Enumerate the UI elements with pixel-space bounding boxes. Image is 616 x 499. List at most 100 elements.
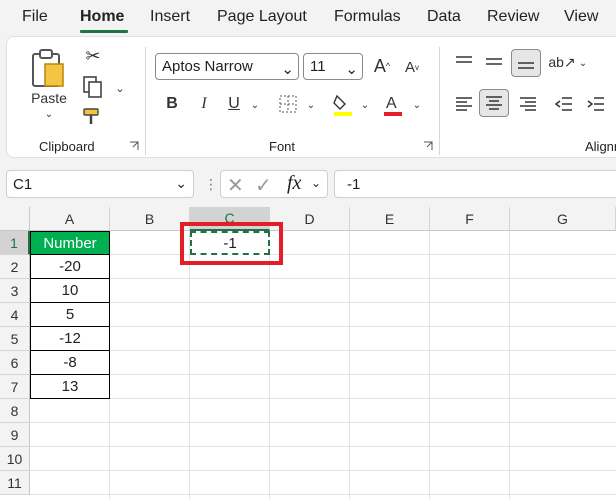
- align-left-icon[interactable]: [453, 93, 475, 115]
- row-header-2[interactable]: 2: [0, 255, 30, 279]
- column-header-g[interactable]: G: [510, 207, 616, 231]
- row-header-3[interactable]: 3: [0, 279, 30, 303]
- clipboard-launcher-icon[interactable]: [129, 141, 139, 151]
- grid-line: [30, 278, 616, 279]
- grid-line: [30, 398, 616, 399]
- decrease-font-size-icon[interactable]: Av: [401, 55, 423, 79]
- grid-line: [509, 231, 510, 499]
- row-header-1[interactable]: 1: [0, 231, 30, 255]
- tab-view[interactable]: View: [564, 8, 598, 26]
- grid-line: [30, 302, 616, 303]
- clipboard-group-label: Clipboard: [39, 139, 95, 154]
- font-color-icon[interactable]: A: [381, 91, 405, 117]
- tab-file[interactable]: File: [22, 8, 48, 26]
- increase-indent-icon[interactable]: [585, 93, 607, 115]
- fill-color-icon[interactable]: [331, 91, 355, 117]
- paste-label: Paste: [31, 90, 67, 106]
- align-right-icon[interactable]: [517, 93, 539, 115]
- format-painter-icon[interactable]: [81, 105, 105, 127]
- cell-a6[interactable]: -8: [30, 351, 110, 375]
- column-header-e[interactable]: E: [350, 207, 430, 231]
- column-header-b[interactable]: B: [110, 207, 190, 231]
- grid-line: [349, 231, 350, 499]
- font-launcher-icon[interactable]: [423, 141, 433, 151]
- column-header-f[interactable]: F: [430, 207, 510, 231]
- row-header-9[interactable]: 9: [0, 423, 30, 447]
- cell-a1[interactable]: Number: [30, 231, 110, 255]
- grid-line: [30, 470, 616, 471]
- font-size-box[interactable]: 11 ⌄: [303, 53, 363, 80]
- chevron-down-icon[interactable]: ⌄: [305, 99, 317, 111]
- cell-a5[interactable]: -12: [30, 327, 110, 351]
- group-divider: [439, 47, 440, 155]
- formula-value: -1: [347, 175, 361, 193]
- copy-icon[interactable]: [81, 75, 105, 99]
- tab-data[interactable]: Data: [427, 8, 461, 26]
- clipboard-icon: [32, 49, 64, 87]
- chevron-down-icon[interactable]: ⌄: [577, 57, 589, 69]
- tab-home[interactable]: Home: [80, 8, 124, 26]
- formula-buttons: ✕ ✓ fx ⌄: [220, 170, 328, 198]
- group-divider: [145, 47, 146, 155]
- grid-line: [269, 231, 270, 499]
- chevron-down-icon[interactable]: ⌄: [175, 175, 187, 192]
- grid-line: [30, 374, 616, 375]
- align-center-icon[interactable]: [479, 89, 509, 117]
- decrease-indent-icon[interactable]: [553, 93, 575, 115]
- align-middle-icon[interactable]: [483, 51, 505, 73]
- vertical-dots-icon[interactable]: ⋮: [204, 176, 218, 193]
- formula-input[interactable]: -1: [334, 170, 616, 198]
- cancel-icon[interactable]: ✕: [227, 173, 244, 198]
- grid-line: [30, 494, 616, 495]
- bold-icon[interactable]: B: [163, 93, 181, 115]
- chevron-down-icon[interactable]: ⌄: [359, 99, 371, 111]
- row-header-11[interactable]: 11: [0, 471, 30, 495]
- row-header-8[interactable]: 8: [0, 399, 30, 423]
- italic-icon[interactable]: I: [195, 93, 213, 115]
- select-all-corner[interactable]: [0, 207, 30, 231]
- font-group-label: Font: [269, 139, 296, 154]
- font-size-value: 11: [310, 58, 326, 75]
- grid-line: [30, 326, 616, 327]
- font-name-box[interactable]: Aptos Narrow ⌄: [155, 53, 299, 80]
- row-header-6[interactable]: 6: [0, 351, 30, 375]
- underline-icon[interactable]: U: [225, 93, 243, 115]
- paste-dropdown-icon[interactable]: ⌄: [39, 107, 59, 121]
- insert-function-button[interactable]: fx: [287, 172, 301, 195]
- borders-icon[interactable]: [277, 93, 299, 115]
- row-header-5[interactable]: 5: [0, 327, 30, 351]
- grid-line: [30, 446, 616, 447]
- row-header-4[interactable]: 4: [0, 303, 30, 327]
- cell-a2[interactable]: -20: [30, 255, 110, 279]
- chevron-down-icon[interactable]: ⌄: [411, 99, 423, 111]
- check-icon[interactable]: ✓: [255, 173, 272, 198]
- menu-bar: File Home Insert Page Layout Formulas Da…: [0, 0, 616, 34]
- cut-icon[interactable]: ✂: [83, 45, 103, 67]
- row-header-7[interactable]: 7: [0, 375, 30, 399]
- column-header-a[interactable]: A: [30, 207, 110, 231]
- grid-line: [30, 254, 616, 255]
- cell-a7[interactable]: 13: [30, 375, 110, 399]
- cell-a4[interactable]: 5: [30, 303, 110, 327]
- chevron-down-icon[interactable]: ⌄: [249, 99, 261, 111]
- name-box-value: C1: [13, 175, 33, 193]
- align-top-icon[interactable]: [453, 51, 475, 73]
- copy-dropdown-icon[interactable]: ⌄: [113, 81, 127, 95]
- font-name-value: Aptos Narrow: [162, 58, 253, 75]
- chevron-down-icon[interactable]: ⌄: [281, 60, 294, 78]
- align-bottom-icon[interactable]: [511, 49, 541, 77]
- chevron-down-icon[interactable]: ⌄: [345, 60, 358, 78]
- tab-review[interactable]: Review: [487, 8, 539, 26]
- formula-bar: C1 ⌄ ⋮ ✕ ✓ fx ⌄ -1: [0, 166, 616, 202]
- name-box[interactable]: C1 ⌄: [6, 170, 194, 198]
- svg-text:A: A: [386, 95, 397, 112]
- orientation-icon[interactable]: ab↗: [548, 51, 575, 73]
- paste-button[interactable]: [27, 45, 71, 93]
- tab-page-layout[interactable]: Page Layout: [217, 8, 307, 26]
- tab-insert[interactable]: Insert: [150, 8, 190, 26]
- cell-a3[interactable]: 10: [30, 279, 110, 303]
- row-header-10[interactable]: 10: [0, 447, 30, 471]
- tab-formulas[interactable]: Formulas: [334, 8, 401, 26]
- increase-font-size-icon[interactable]: A ^: [371, 53, 393, 79]
- chevron-down-icon[interactable]: ⌄: [311, 176, 321, 190]
